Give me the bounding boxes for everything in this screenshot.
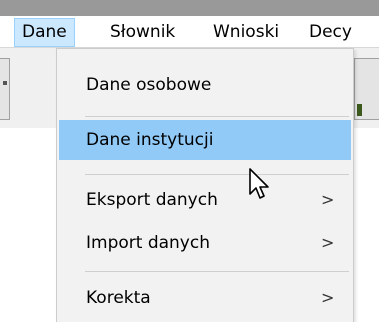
menu-separator (85, 174, 349, 175)
menu-item-label: Korekta (86, 288, 151, 308)
menu-item-eksport-danych[interactable]: Eksport danych > (59, 180, 351, 220)
submenu-arrow-icon: > (321, 288, 335, 307)
toolbar-button-right[interactable] (354, 58, 379, 120)
window-titlebar (0, 0, 379, 16)
mouse-pointer-icon (249, 168, 269, 199)
menu-item-import-danych[interactable]: Import danych > (59, 223, 351, 263)
menu-item-label: Dane instytucji (86, 130, 214, 150)
menu-dane[interactable]: Dane (14, 18, 75, 47)
menu-bar: Dane Słownik Wnioski Decy (0, 16, 379, 48)
menu-item-dane-instytucji[interactable]: Dane instytucji (59, 120, 351, 160)
toolbar-glyph-icon (357, 104, 362, 116)
menu-item-label: Dane osobowe (86, 75, 212, 95)
menu-separator (85, 116, 349, 117)
submenu-arrow-icon: > (321, 190, 335, 209)
menu-item-dane-osobowe[interactable]: Dane osobowe (59, 65, 351, 105)
toolbar-button-left[interactable] (0, 58, 10, 120)
menu-wnioski[interactable]: Wnioski (206, 18, 286, 47)
menu-decyzje[interactable]: Decy (302, 18, 359, 47)
menu-separator (85, 271, 349, 272)
menu-item-label: Eksport danych (86, 190, 218, 210)
submenu-arrow-icon: > (321, 233, 335, 252)
menu-slownik[interactable]: Słownik (103, 18, 182, 47)
menu-item-label: Import danych (86, 233, 210, 253)
menu-item-korekta[interactable]: Korekta > (59, 278, 351, 318)
dane-dropdown-menu: Dane osobowe Dane instytucji Eksport dan… (56, 48, 354, 322)
toolbar-glyph-icon (3, 81, 7, 85)
